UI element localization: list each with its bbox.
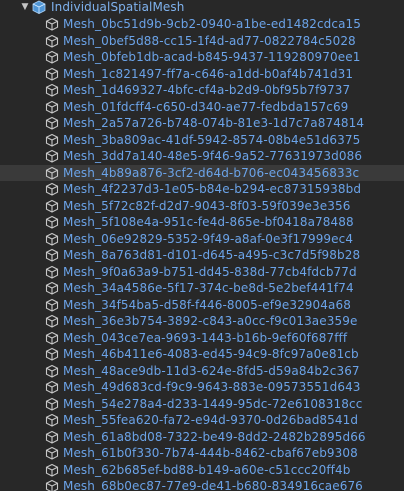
hierarchy-item[interactable]: Mesh_34f54ba5-d58f-f446-8005-ef9e32904a6… bbox=[0, 297, 404, 314]
hierarchy-item[interactable]: Mesh_3ba809ac-41df-5942-8574-08b4e51d637… bbox=[0, 132, 404, 149]
mesh-cube-icon bbox=[45, 50, 59, 64]
hierarchy-item-label: Mesh_61a8bd08-7322-be49-8dd2-2482b2895d6… bbox=[63, 429, 366, 444]
prefab-cube-icon bbox=[32, 0, 46, 14]
hierarchy-item[interactable]: Mesh_49d683cd-f9c9-9643-883e-09573551d64… bbox=[0, 379, 404, 396]
mesh-cube-icon bbox=[45, 314, 59, 328]
mesh-cube-icon bbox=[45, 232, 59, 246]
hierarchy-item[interactable]: Mesh_0bc51d9b-9cb2-0940-a1be-ed1482cdca1… bbox=[0, 16, 404, 33]
mesh-cube-icon bbox=[45, 347, 59, 361]
mesh-cube-icon bbox=[45, 331, 59, 345]
hierarchy-item-label: Mesh_49d683cd-f9c9-9643-883e-09573551d64… bbox=[63, 380, 361, 394]
hierarchy-item[interactable]: Mesh_06e92829-5352-9f49-a8af-0e3f17999ec… bbox=[0, 231, 404, 248]
mesh-cube-icon bbox=[45, 248, 59, 262]
mesh-cube-icon bbox=[45, 83, 59, 97]
hierarchy-item-label: Mesh_68b0ec87-77e9-de41-b680-834916cae67… bbox=[63, 479, 363, 491]
hierarchy-item[interactable]: Mesh_5f72c82f-d2d7-9043-8f03-59f039e3e35… bbox=[0, 198, 404, 215]
hierarchy-item[interactable]: Mesh_61b0f330-7b74-444b-8462-cbaf67eb930… bbox=[0, 445, 404, 462]
hierarchy-item[interactable]: Mesh_5f108e4a-951c-fe4d-865e-bf0418a7848… bbox=[0, 214, 404, 231]
hierarchy-item[interactable]: Mesh_4f2237d3-1e05-b84e-b294-ec87315938b… bbox=[0, 181, 404, 198]
mesh-cube-icon bbox=[45, 364, 59, 378]
mesh-cube-icon bbox=[45, 67, 59, 81]
mesh-cube-icon bbox=[45, 17, 59, 31]
hierarchy-item[interactable]: Mesh_3dd7a140-48e5-9f46-9a52-77631973d08… bbox=[0, 148, 404, 165]
hierarchy-item-label: Mesh_62b685ef-bd88-b149-a60e-c51ccc20ff4… bbox=[63, 462, 351, 477]
hierarchy-item-label: Mesh_3dd7a140-48e5-9f46-9a52-77631973d08… bbox=[63, 149, 363, 163]
expanded-arrow-icon[interactable]: ▼ bbox=[20, 0, 30, 16]
mesh-cube-icon bbox=[45, 199, 59, 213]
mesh-cube-icon bbox=[45, 479, 59, 491]
hierarchy-item[interactable]: Mesh_36e3b754-3892-c843-a0cc-f9c013ae359… bbox=[0, 313, 404, 330]
mesh-cube-icon bbox=[45, 298, 59, 312]
hierarchy-item[interactable]: Mesh_01fdcff4-c650-d340-ae77-fedbda157c6… bbox=[0, 99, 404, 116]
hierarchy-item-label: Mesh_01fdcff4-c650-d340-ae77-fedbda157c6… bbox=[63, 99, 349, 114]
mesh-cube-icon bbox=[45, 380, 59, 394]
mesh-cube-icon bbox=[45, 446, 59, 460]
hierarchy-item[interactable]: Mesh_54e278a4-d233-1449-95dc-72e6108318c… bbox=[0, 396, 404, 413]
mesh-cube-icon bbox=[45, 413, 59, 427]
hierarchy-item-label: Mesh_48ace9db-11d3-624e-8fd5-d59a84b2c36… bbox=[63, 363, 360, 378]
hierarchy-item-label: Mesh_46b411e6-4083-ed45-94c9-8fc97a0e81c… bbox=[63, 347, 359, 361]
mesh-cube-icon bbox=[45, 34, 59, 48]
mesh-cube-icon bbox=[45, 430, 59, 444]
mesh-cube-icon bbox=[45, 215, 59, 229]
hierarchy-item-label: Mesh_0bef5d88-cc15-1f4d-ad77-0822784c502… bbox=[63, 33, 356, 48]
hierarchy-item-label: Mesh_9f0a63a9-b751-dd45-838d-77cb4fdcb77… bbox=[63, 264, 357, 279]
hierarchy-item-individual-spatial-mesh[interactable]: ▼ IndividualSpatialMesh bbox=[0, 0, 404, 16]
hierarchy-item[interactable]: Mesh_55fea620-fa72-e94d-9370-0d26bad8541… bbox=[0, 412, 404, 429]
hierarchy-item[interactable]: Mesh_61a8bd08-7322-be49-8dd2-2482b2895d6… bbox=[0, 429, 404, 446]
hierarchy-item-label: Mesh_4f2237d3-1e05-b84e-b294-ec87315938b… bbox=[63, 182, 362, 196]
hierarchy-item[interactable]: Mesh_0bef5d88-cc15-1f4d-ad77-0822784c502… bbox=[0, 33, 404, 50]
hierarchy-item-label: Mesh_5f108e4a-951c-fe4d-865e-bf0418a7848… bbox=[63, 215, 354, 229]
hierarchy-item-label: Mesh_2a57a726-b748-074b-81e3-1d7c7a87481… bbox=[63, 116, 365, 130]
hierarchy-item-label: Mesh_3ba809ac-41df-5942-8574-08b4e51d637… bbox=[63, 132, 361, 147]
mesh-cube-icon bbox=[45, 166, 59, 180]
hierarchy-item-label: Mesh_36e3b754-3892-c843-a0cc-f9c013ae359… bbox=[63, 314, 358, 328]
hierarchy-item-label: Mesh_1d469327-4bfc-cf4a-b2d9-0bf95b7f973… bbox=[63, 83, 351, 97]
hierarchy-item[interactable]: Mesh_1d469327-4bfc-cf4a-b2d9-0bf95b7f973… bbox=[0, 82, 404, 99]
hierarchy-item[interactable]: Mesh_68b0ec87-77e9-de41-b680-834916cae67… bbox=[0, 478, 404, 491]
hierarchy-panel: ▼ IndividualSpatialMesh Mesh_0bc51d9b-9c… bbox=[0, 0, 404, 491]
hierarchy-item-label: Mesh_55fea620-fa72-e94d-9370-0d26bad8541… bbox=[63, 413, 359, 427]
hierarchy-item[interactable]: Mesh_0bfeb1db-acad-b845-9437-119280970ee… bbox=[0, 49, 404, 66]
hierarchy-item[interactable]: Mesh_043ce7ea-9693-1443-b16b-9ef60f687ff… bbox=[0, 330, 404, 347]
mesh-cube-icon bbox=[45, 100, 59, 114]
hierarchy-item[interactable]: Mesh_62b685ef-bd88-b149-a60e-c51ccc20ff4… bbox=[0, 462, 404, 479]
mesh-cube-icon bbox=[45, 281, 59, 295]
mesh-cube-icon bbox=[45, 265, 59, 279]
hierarchy-item-label: IndividualSpatialMesh bbox=[51, 0, 185, 14]
hierarchy-item-label: Mesh_4b89a876-3cf2-d64d-b706-ec043456833… bbox=[63, 165, 360, 180]
hierarchy-item[interactable]: Mesh_2a57a726-b748-074b-81e3-1d7c7a87481… bbox=[0, 115, 404, 132]
hierarchy-item-label: Mesh_34a4586e-5f17-374c-be8d-5e2bef441f7… bbox=[63, 281, 354, 295]
hierarchy-item-label: Mesh_61b0f330-7b74-444b-8462-cbaf67eb930… bbox=[63, 446, 358, 460]
hierarchy-item[interactable]: Mesh_46b411e6-4083-ed45-94c9-8fc97a0e81c… bbox=[0, 346, 404, 363]
hierarchy-item[interactable]: Mesh_34a4586e-5f17-374c-be8d-5e2bef441f7… bbox=[0, 280, 404, 297]
hierarchy-item-label: Mesh_5f72c82f-d2d7-9043-8f03-59f039e3e35… bbox=[63, 198, 351, 213]
hierarchy-item[interactable]: Mesh_9f0a63a9-b751-dd45-838d-77cb4fdcb77… bbox=[0, 264, 404, 281]
hierarchy-item[interactable]: Mesh_48ace9db-11d3-624e-8fd5-d59a84b2c36… bbox=[0, 363, 404, 380]
hierarchy-item-label: Mesh_06e92829-5352-9f49-a8af-0e3f17999ec… bbox=[63, 231, 354, 246]
hierarchy-item-label: Mesh_043ce7ea-9693-1443-b16b-9ef60f687ff… bbox=[63, 330, 348, 345]
mesh-cube-icon bbox=[45, 133, 59, 147]
hierarchy-item-label: Mesh_54e278a4-d233-1449-95dc-72e6108318c… bbox=[63, 396, 363, 411]
mesh-cube-icon bbox=[45, 463, 59, 477]
hierarchy-item[interactable]: Mesh_1c821497-ff7a-c646-a1dd-b0af4b741d3… bbox=[0, 66, 404, 83]
hierarchy-item-label: Mesh_34f54ba5-d58f-f446-8005-ef9e32904a6… bbox=[63, 297, 351, 312]
hierarchy-item-label: Mesh_0bc51d9b-9cb2-0940-a1be-ed1482cdca1… bbox=[63, 17, 361, 31]
hierarchy-item-label: Mesh_8a763d81-d101-d645-a495-c3c7d5f98b2… bbox=[63, 248, 361, 262]
mesh-cube-icon bbox=[45, 182, 59, 196]
mesh-cube-icon bbox=[45, 397, 59, 411]
hierarchy-item-label: Mesh_0bfeb1db-acad-b845-9437-119280970ee… bbox=[63, 50, 361, 64]
hierarchy-item-label: Mesh_1c821497-ff7a-c646-a1dd-b0af4b741d3… bbox=[63, 66, 354, 81]
mesh-cube-icon bbox=[45, 116, 59, 130]
mesh-cube-icon bbox=[45, 149, 59, 163]
hierarchy-item[interactable]: Mesh_4b89a876-3cf2-d64d-b706-ec043456833… bbox=[0, 164, 404, 181]
hierarchy-item[interactable]: Mesh_8a763d81-d101-d645-a495-c3c7d5f98b2… bbox=[0, 247, 404, 264]
